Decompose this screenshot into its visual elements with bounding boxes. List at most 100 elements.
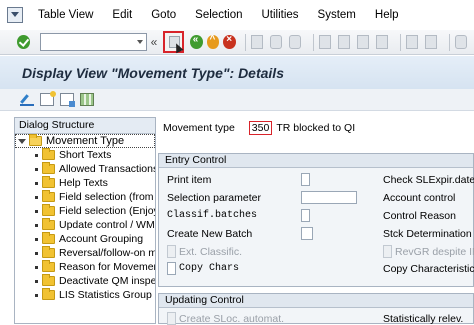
dialog-structure-panel: Dialog Structure Movement Type Short Tex… [14, 117, 156, 324]
folder-icon [42, 162, 55, 174]
stck-determination-rule-label: Stck Determination Rul [383, 228, 474, 240]
updating-control-header: Updating Control [159, 294, 473, 308]
tree-item[interactable]: Help Texts [35, 176, 108, 190]
tree-root-movement-type[interactable]: Movement Type [17, 134, 124, 148]
bullet-icon [35, 251, 38, 255]
save-button[interactable] [163, 31, 184, 54]
ext-classific-label: Ext. Classific. [179, 246, 243, 258]
tree-item[interactable]: Field selection (from [35, 190, 154, 204]
folder-icon [42, 246, 55, 258]
statistically-relev-label: Statistically relev. [383, 313, 464, 325]
tree-item[interactable]: Field selection (Enjoy [35, 204, 155, 218]
copy-chars-checkbox[interactable] [167, 262, 176, 275]
tree-root-label: Movement Type [46, 135, 125, 147]
movement-type-row: Movement type 350 TR blocked to QI [163, 121, 355, 135]
cancel-icon[interactable]: × [223, 34, 237, 49]
folder-icon [42, 148, 55, 160]
tree-item[interactable]: Short Texts [35, 148, 111, 162]
exit-icon[interactable]: ^ [206, 34, 220, 49]
menu-utilities[interactable]: Utilities [261, 9, 298, 21]
window-menu-icon[interactable] [6, 6, 24, 24]
menu-edit[interactable]: Edit [112, 9, 132, 21]
menu-help[interactable]: Help [375, 9, 399, 21]
copy-characteristics-label: Copy Characteristics [383, 263, 474, 275]
menu-goto[interactable]: Goto [151, 9, 176, 21]
title-bar: Display View "Movement Type": Details [0, 56, 474, 89]
tree-item[interactable]: Update control / WM [35, 218, 155, 232]
application-toolbar [0, 89, 474, 111]
find-icon[interactable] [269, 35, 283, 49]
tree-item[interactable]: LIS Statistics Group [35, 288, 152, 302]
updating-control-group: Updating Control Create SLoc. automat. S… [158, 293, 474, 325]
bullet-icon [35, 265, 38, 269]
back-icon[interactable]: « [189, 34, 203, 49]
previous-page-icon[interactable] [337, 35, 351, 49]
bullet-icon [35, 293, 38, 297]
tree-item[interactable]: Reversal/follow-on m [35, 246, 155, 260]
control-reason-label: Control Reason [383, 210, 456, 222]
movement-type-label: Movement type [163, 122, 235, 134]
toolbar-divider [313, 33, 314, 51]
table-view-icon[interactable] [80, 93, 94, 106]
bullet-icon [35, 181, 38, 185]
selection-parameter-label: Selection parameter [167, 192, 261, 204]
tree-item[interactable]: Account Grouping [35, 232, 143, 246]
bullet-icon [35, 153, 38, 157]
mouse-cursor-icon [172, 41, 184, 54]
copy-as-icon[interactable] [60, 93, 75, 107]
entry-control-group: Entry Control Print item Selection param… [158, 153, 474, 287]
page-title: Display View "Movement Type": Details [22, 64, 284, 81]
entry-control-header: Entry Control [159, 154, 473, 168]
chevron-down-icon[interactable] [136, 40, 143, 44]
last-page-icon[interactable] [376, 35, 389, 49]
shortcut-icon[interactable] [425, 35, 438, 49]
tree-item[interactable]: Reason for Movemen [35, 260, 155, 274]
create-sloc-automat-checkbox [167, 312, 176, 325]
dialog-structure-header: Dialog Structure [15, 118, 155, 134]
display-change-icon[interactable] [20, 93, 34, 106]
selection-parameter-field[interactable] [301, 191, 357, 204]
menu-bar: Table View Edit Goto Selection Utilities… [0, 0, 474, 30]
tree-item[interactable]: Allowed Transactions [35, 162, 155, 176]
folder-icon [42, 260, 55, 272]
command-field[interactable] [39, 33, 147, 51]
create-new-batch-field[interactable] [301, 227, 313, 240]
tree-item[interactable]: Deactivate QM inspe [35, 274, 155, 288]
bullet-icon [35, 279, 38, 283]
folder-icon [42, 232, 55, 244]
movement-type-description: TR blocked to QI [276, 122, 356, 134]
bullet-icon [35, 223, 38, 227]
movement-type-field[interactable]: 350 [248, 121, 273, 135]
menu-table-view[interactable]: Table View [38, 9, 93, 21]
print-item-checkbox[interactable] [301, 173, 310, 186]
standard-toolbar: « « ^ × [0, 30, 474, 55]
copy-chars-label: Copy Chars [179, 263, 240, 274]
bullet-icon [35, 195, 38, 199]
folder-icon [42, 288, 55, 300]
create-session-icon[interactable] [405, 35, 419, 49]
open-folder-icon [29, 134, 42, 146]
folder-icon [42, 190, 55, 202]
new-entries-icon[interactable] [40, 91, 56, 106]
next-page-icon[interactable] [357, 35, 370, 49]
menu-system[interactable]: System [318, 9, 356, 21]
toolbar-divider [400, 33, 401, 51]
print-icon[interactable] [250, 35, 263, 49]
menu-selection[interactable]: Selection [195, 9, 242, 21]
bullet-icon [35, 209, 38, 213]
classif-batches-checkbox[interactable] [301, 209, 310, 222]
history-back-icon[interactable]: « [151, 35, 158, 49]
ext-classific-checkbox [167, 245, 176, 258]
expand-arrow-icon[interactable] [17, 137, 26, 146]
help-icon[interactable] [454, 35, 467, 49]
revgr-despite-ir-checkbox [383, 245, 392, 258]
toolbar-divider [449, 33, 450, 51]
folder-icon [42, 218, 55, 230]
classif-batches-label: Classif.batches [167, 210, 258, 221]
folder-icon [42, 274, 55, 286]
bullet-icon [35, 167, 38, 171]
enter-check-icon[interactable] [17, 35, 30, 49]
first-page-icon[interactable] [318, 35, 331, 49]
find-next-icon[interactable] [289, 35, 302, 49]
folder-icon [42, 176, 55, 188]
